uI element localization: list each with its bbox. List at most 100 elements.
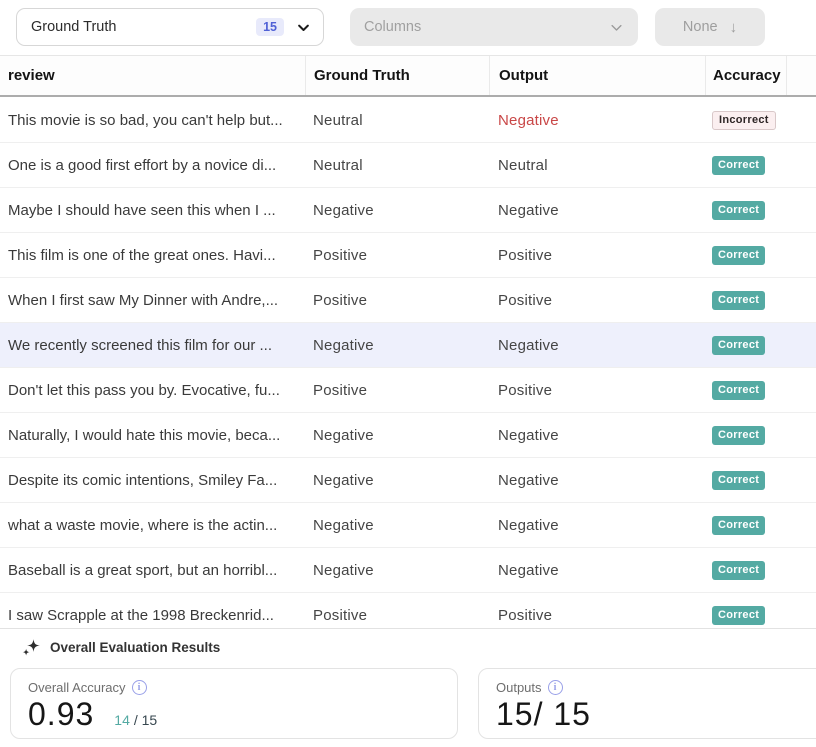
table-row[interactable]: One is a good first effort by a novice d… <box>0 143 816 188</box>
review-text: what a waste movie, where is the actin..… <box>8 517 277 534</box>
review-cell: Naturally, I would hate this movie, beca… <box>0 427 305 444</box>
accuracy-cell: Correct <box>705 561 787 580</box>
columns-select-placeholder: Columns <box>364 19 609 35</box>
ground-truth-value: Positive <box>313 292 367 309</box>
ground-truth-cell: Positive <box>305 607 489 624</box>
review-cell: This movie is so bad, you can't help but… <box>0 112 305 129</box>
overall-accuracy-label: Overall Accuracy <box>28 680 126 695</box>
ground-truth-value: Negative <box>313 427 374 444</box>
output-cell: Negative <box>489 562 705 579</box>
accuracy-badge: Incorrect <box>712 111 776 130</box>
review-cell: I saw Scrapple at the 1998 Breckenrid... <box>0 607 305 624</box>
ground-truth-cell: Neutral <box>305 157 489 174</box>
output-value: Positive <box>498 607 552 624</box>
sort-button[interactable]: None ↓ <box>655 8 765 46</box>
overall-results-panel: Overall Evaluation Results Overall Accur… <box>0 628 816 747</box>
output-value: Positive <box>498 247 552 264</box>
output-value: Negative <box>498 202 559 219</box>
table-row[interactable]: This movie is so bad, you can't help but… <box>0 98 816 143</box>
outputs-card: Outputs i 15/ 15 <box>478 668 816 739</box>
output-value: Negative <box>498 427 559 444</box>
accuracy-badge: Correct <box>712 246 765 265</box>
table-row[interactable]: Baseball is a great sport, but an horrib… <box>0 548 816 593</box>
ground-truth-value: Positive <box>313 382 367 399</box>
review-cell: what a waste movie, where is the actin..… <box>0 517 305 534</box>
accuracy-cell: Correct <box>705 471 787 490</box>
results-title: Overall Evaluation Results <box>50 640 220 655</box>
output-value: Negative <box>498 562 559 579</box>
accuracy-badge: Correct <box>712 561 765 580</box>
table-row[interactable]: Maybe I should have seen this when I ...… <box>0 188 816 233</box>
review-text: This film is one of the great ones. Havi… <box>8 247 276 264</box>
ground-truth-value: Neutral <box>313 112 363 129</box>
accuracy-cell: Correct <box>705 201 787 220</box>
table-row[interactable]: what a waste movie, where is the actin..… <box>0 503 816 548</box>
output-cell: Negative <box>489 337 705 354</box>
review-text: Despite its comic intentions, Smiley Fa.… <box>8 472 277 489</box>
accuracy-badge: Correct <box>712 516 765 535</box>
accuracy-badge: Correct <box>712 471 765 490</box>
accuracy-badge: Correct <box>712 201 765 220</box>
ground-truth-cell: Positive <box>305 382 489 399</box>
output-cell: Negative <box>489 112 705 129</box>
header-spacer <box>787 56 816 95</box>
review-text: Maybe I should have seen this when I ... <box>8 202 276 219</box>
output-cell: Negative <box>489 202 705 219</box>
ground-truth-cell: Negative <box>305 472 489 489</box>
table-row[interactable]: When I first saw My Dinner with Andre,..… <box>0 278 816 323</box>
output-value: Negative <box>498 517 559 534</box>
accuracy-cell: Correct <box>705 426 787 445</box>
ground-truth-cell: Negative <box>305 517 489 534</box>
accuracy-cell: Correct <box>705 516 787 535</box>
output-cell: Positive <box>489 247 705 264</box>
accuracy-fraction-denominator: / 15 <box>134 712 157 728</box>
accuracy-cell: Correct <box>705 336 787 355</box>
ground-truth-cell: Negative <box>305 562 489 579</box>
ground-truth-value: Negative <box>313 337 374 354</box>
evaluation-results-screen: Ground Truth 15 Columns None ↓ review Gr… <box>0 0 816 747</box>
review-cell: Despite its comic intentions, Smiley Fa.… <box>0 472 305 489</box>
output-cell: Negative <box>489 517 705 534</box>
ground-truth-value: Negative <box>313 517 374 534</box>
accuracy-badge: Correct <box>712 156 765 175</box>
outputs-label: Outputs <box>496 680 542 695</box>
output-value: Neutral <box>498 157 548 174</box>
overall-accuracy-value: 0.93 <box>28 696 94 733</box>
review-text: Baseball is a great sport, but an horrib… <box>8 562 277 579</box>
accuracy-badge: Correct <box>712 291 765 310</box>
info-icon[interactable]: i <box>132 680 147 695</box>
ground-truth-filter-select[interactable]: Ground Truth 15 <box>16 8 324 46</box>
column-header-output: Output <box>489 56 705 95</box>
table-row[interactable]: Don't let this pass you by. Evocative, f… <box>0 368 816 413</box>
table-row[interactable]: We recently screened this film for our .… <box>0 323 816 368</box>
outputs-value: 15/ 15 <box>496 696 591 733</box>
review-text: One is a good first effort by a novice d… <box>8 157 276 174</box>
accuracy-cell: Correct <box>705 381 787 400</box>
arrow-down-icon: ↓ <box>730 19 738 36</box>
review-text: I saw Scrapple at the 1998 Breckenrid... <box>8 607 274 624</box>
review-text: When I first saw My Dinner with Andre,..… <box>8 292 278 309</box>
column-header-ground-truth: Ground Truth <box>305 56 489 95</box>
column-header-accuracy: Accuracy <box>705 56 787 95</box>
table-row[interactable]: Naturally, I would hate this movie, beca… <box>0 413 816 458</box>
output-value: Negative <box>498 337 559 354</box>
accuracy-badge: Correct <box>712 426 765 445</box>
accuracy-cell: Correct <box>705 156 787 175</box>
review-cell: Maybe I should have seen this when I ... <box>0 202 305 219</box>
output-cell: Neutral <box>489 157 705 174</box>
columns-select[interactable]: Columns <box>350 8 638 46</box>
table-row[interactable]: Despite its comic intentions, Smiley Fa.… <box>0 458 816 503</box>
accuracy-cell: Correct <box>705 291 787 310</box>
info-icon[interactable]: i <box>548 680 563 695</box>
review-text: Naturally, I would hate this movie, beca… <box>8 427 280 444</box>
output-value: Positive <box>498 382 552 399</box>
ground-truth-value: Positive <box>313 607 367 624</box>
ground-truth-value: Neutral <box>313 157 363 174</box>
ground-truth-value: Negative <box>313 202 374 219</box>
ground-truth-cell: Negative <box>305 337 489 354</box>
chevron-down-icon <box>609 20 624 35</box>
table-row[interactable]: This film is one of the great ones. Havi… <box>0 233 816 278</box>
sort-button-label: None <box>683 19 718 35</box>
ground-truth-value: Positive <box>313 247 367 264</box>
review-cell: This film is one of the great ones. Havi… <box>0 247 305 264</box>
